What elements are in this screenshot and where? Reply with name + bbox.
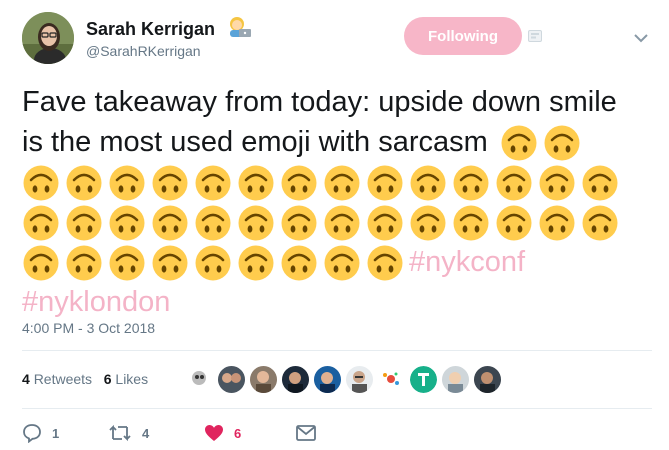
retweet-button[interactable]: 4 [108, 424, 204, 442]
upside-down-face-emoji-icon [323, 204, 361, 242]
upside-down-face-emoji-icon [237, 164, 275, 202]
tweet-card: Sarah Kerrigan @SarahRKerrigan Following… [0, 0, 669, 450]
upside-down-face-emoji-icon [581, 164, 619, 202]
upside-down-face-emoji-icon [495, 164, 533, 202]
tweet-actions: 1 4 6 [22, 423, 316, 443]
upside-down-face-emoji-icon [409, 164, 447, 202]
upside-down-face-emoji-icon [280, 164, 318, 202]
upside-down-face-emoji-icon [543, 124, 581, 162]
upside-down-face-emoji-icon [108, 164, 146, 202]
likes-stat[interactable]: 6 Likes [104, 371, 148, 387]
upside-down-face-emoji-icon [237, 244, 275, 282]
upside-down-face-emoji-icon [581, 204, 619, 242]
tweet-text-line-2: is the most used emoji with sarcasm [22, 126, 488, 158]
emoji-row [22, 242, 409, 282]
liker-avatar[interactable] [378, 366, 405, 393]
tweet-timestamp[interactable]: 4:00 PM - 3 Oct 2018 [22, 320, 155, 336]
envelope-icon [296, 425, 316, 441]
emoji-row [22, 202, 624, 242]
like-count: 6 [234, 425, 242, 441]
upside-down-face-emoji-icon [151, 244, 189, 282]
liker-avatar[interactable] [218, 366, 245, 393]
retweet-icon [108, 424, 132, 442]
liker-avatar[interactable] [346, 366, 373, 393]
upside-down-face-emoji-icon [366, 244, 404, 282]
direct-message-button[interactable] [296, 425, 316, 441]
liker-avatar[interactable] [186, 366, 213, 393]
liker-avatar[interactable] [474, 366, 501, 393]
retweets-count: 4 [22, 371, 30, 387]
upside-down-face-emoji-icon [452, 204, 490, 242]
upside-down-face-emoji-icon [194, 204, 232, 242]
upside-down-face-emoji-icon [65, 164, 103, 202]
liker-avatar[interactable] [250, 366, 277, 393]
upside-down-face-emoji-icon [237, 204, 275, 242]
heart-icon [204, 424, 224, 442]
following-button[interactable]: Following [404, 17, 522, 55]
likers-facepile [186, 366, 506, 393]
divider [22, 408, 652, 409]
likes-label: Likes [115, 371, 149, 387]
chevron-down-icon[interactable] [634, 30, 648, 43]
upside-down-face-emoji-icon [323, 164, 361, 202]
upside-down-face-emoji-icon [194, 164, 232, 202]
upside-down-face-emoji-icon [323, 244, 361, 282]
like-button[interactable]: 6 [204, 424, 296, 442]
notification-icon[interactable] [528, 29, 542, 42]
upside-down-face-emoji-icon [65, 204, 103, 242]
hashtag-link[interactable]: #nyklondon [22, 282, 170, 322]
retweets-label: Retweets [33, 371, 93, 387]
tweet-text-line-1: Fave takeaway from today: upside down sm… [22, 86, 617, 118]
tweet-text-line: #nykconf [22, 242, 525, 282]
reply-icon [22, 423, 42, 443]
upside-down-face-emoji-icon [194, 244, 232, 282]
author-name[interactable]: Sarah Kerrigan [86, 16, 252, 43]
tweet-stats: 4 Retweets 6 Likes [22, 371, 148, 387]
retweets-stat[interactable]: 4 Retweets [22, 371, 96, 387]
upside-down-face-emoji-icon [108, 244, 146, 282]
tweet-text-line [22, 162, 624, 202]
upside-down-face-emoji-icon [538, 204, 576, 242]
upside-down-face-emoji-icon [500, 124, 538, 162]
upside-down-face-emoji-icon [151, 204, 189, 242]
emoji-row [22, 162, 624, 202]
tweet-text-line: #nyklondon [22, 282, 170, 322]
upside-down-face-emoji-icon [22, 204, 60, 242]
author-avatar[interactable] [22, 12, 74, 64]
reply-button[interactable]: 1 [22, 423, 108, 443]
author-handle[interactable]: @SarahRKerrigan [86, 43, 201, 59]
upside-down-face-emoji-icon [22, 244, 60, 282]
upside-down-face-emoji-icon [538, 164, 576, 202]
upside-down-face-emoji-icon [65, 244, 103, 282]
liker-avatar[interactable] [410, 366, 437, 393]
upside-down-face-emoji-icon [22, 164, 60, 202]
divider [22, 350, 652, 351]
upside-down-face-emoji-icon [280, 204, 318, 242]
retweet-count: 4 [142, 425, 150, 441]
upside-down-face-emoji-icon [108, 204, 146, 242]
upside-down-face-emoji-icon [452, 164, 490, 202]
tweet-text-line [22, 202, 624, 242]
tweet-text-line: is the most used emoji with sarcasm [22, 122, 586, 162]
emoji-row [500, 122, 586, 162]
upside-down-face-emoji-icon [495, 204, 533, 242]
liker-avatar[interactable] [314, 366, 341, 393]
author-name-text[interactable]: Sarah Kerrigan [86, 19, 215, 39]
upside-down-face-emoji-icon [280, 244, 318, 282]
liker-avatar[interactable] [442, 366, 469, 393]
upside-down-face-emoji-icon [366, 164, 404, 202]
reply-count: 1 [52, 425, 60, 441]
hashtag-link[interactable]: #nykconf [409, 242, 525, 282]
upside-down-face-emoji-icon [409, 204, 447, 242]
liker-avatar[interactable] [282, 366, 309, 393]
upside-down-face-emoji-icon [366, 204, 404, 242]
tweet-text-line: Fave takeaway from today: upside down sm… [22, 82, 617, 122]
likes-count: 6 [103, 371, 112, 387]
upside-down-face-emoji-icon [151, 164, 189, 202]
woman-technologist-emoji-icon [226, 16, 252, 43]
